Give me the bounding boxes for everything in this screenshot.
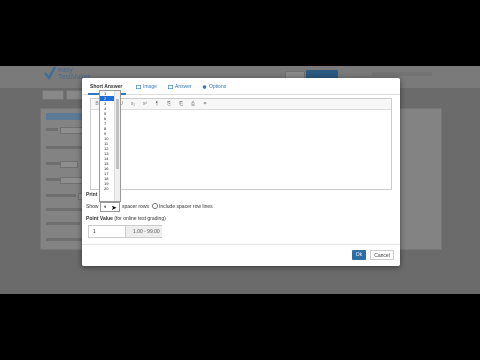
- scroll-thumb[interactable]: [116, 99, 119, 169]
- point-value-text: 1: [93, 229, 96, 235]
- editor-tool-button[interactable]: x²: [142, 101, 148, 107]
- dropdown-option[interactable]: 20: [100, 186, 114, 191]
- modal-footer-divider: [82, 244, 400, 245]
- ok-button[interactable]: Ok: [352, 250, 366, 260]
- tab-label: Image: [143, 84, 157, 90]
- bg-line: [46, 146, 86, 149]
- editor-tool-button[interactable]: ¶: [154, 101, 160, 107]
- point-value-title: Point Value: [86, 216, 113, 222]
- tab-options[interactable]: Options: [202, 84, 226, 90]
- dropdown-options: 1 2 3 4 5 6 7 8 9 10 11 12 13 14 15 16 17 18 19 20: [100, 91, 114, 191]
- point-value-note: (for online test grading): [114, 216, 166, 222]
- mouse-cursor-icon: ➤: [111, 205, 117, 212]
- print-label: Print: [86, 192, 98, 198]
- include-spacer-lines-checkbox[interactable]: [152, 203, 158, 209]
- editor-tool-button[interactable]: ⌗: [202, 101, 208, 107]
- cancel-button[interactable]: Cancel: [370, 250, 394, 260]
- bg-line: [46, 208, 82, 211]
- editor-tool-button[interactable]: x₂: [130, 101, 136, 107]
- logo-check-icon: [44, 66, 56, 80]
- bg-line: [46, 222, 80, 225]
- show-label: Show: [86, 204, 99, 210]
- point-value-input[interactable]: 1: [89, 226, 125, 237]
- include-spacer-lines-label: Include spacer row lines: [159, 204, 213, 210]
- bg-chip: [60, 161, 78, 168]
- header-user-menu[interactable]: [372, 72, 432, 76]
- editor-tool-button[interactable]: ⎙: [190, 101, 196, 107]
- info-icon: [202, 85, 207, 89]
- point-value-label: Point Value (for online test grading): [86, 216, 166, 222]
- tab-image[interactable]: Image: [136, 84, 157, 90]
- bg-line: [46, 162, 60, 165]
- bg-line: [46, 128, 58, 131]
- spacer-row-options: Show 1 ▾ spacer rows Include spacer row …: [86, 202, 396, 212]
- point-value-range: 1.00 - 99.00: [125, 226, 162, 237]
- bg-chip: [60, 177, 84, 184]
- modal-tabs: Short Answer Image Answer Options: [82, 78, 400, 95]
- bg-line: [46, 178, 60, 181]
- editor-tool-button[interactable]: ⎘: [166, 101, 172, 107]
- bg-line: [46, 194, 76, 197]
- point-value-group: 1 1.00 - 99.00: [88, 225, 162, 238]
- editor-toolbar: BIUx₂x²¶⎘⎗⎙⌗: [91, 99, 391, 110]
- spacer-rows-select[interactable]: 1 ▾: [100, 202, 120, 212]
- bg-chip: [60, 127, 84, 134]
- answer-editor[interactable]: BIUx₂x²¶⎘⎗⎙⌗: [90, 98, 392, 190]
- point-range-text: 1.00 - 99.00: [133, 229, 160, 235]
- dropdown-scrollbar[interactable]: [114, 91, 120, 201]
- question-modal: Short Answer Image Answer Options BIUx₂x…: [82, 78, 400, 266]
- toolbar-button-print[interactable]: [42, 90, 64, 100]
- editor-tool-button[interactable]: ⎗: [178, 101, 184, 107]
- tab-label: Answer: [175, 84, 192, 90]
- bg-line: [46, 238, 82, 241]
- picture-icon: [168, 85, 173, 89]
- spacer-rows-label: spacer rows: [122, 204, 149, 210]
- tab-answer[interactable]: Answer: [168, 84, 192, 90]
- tab-label: Options: [209, 84, 227, 90]
- picture-icon: [136, 85, 141, 89]
- spacer-rows-dropdown[interactable]: 1 2 3 4 5 6 7 8 9 10 11 12 13 14 15 16 17 18 19 20: [99, 90, 121, 202]
